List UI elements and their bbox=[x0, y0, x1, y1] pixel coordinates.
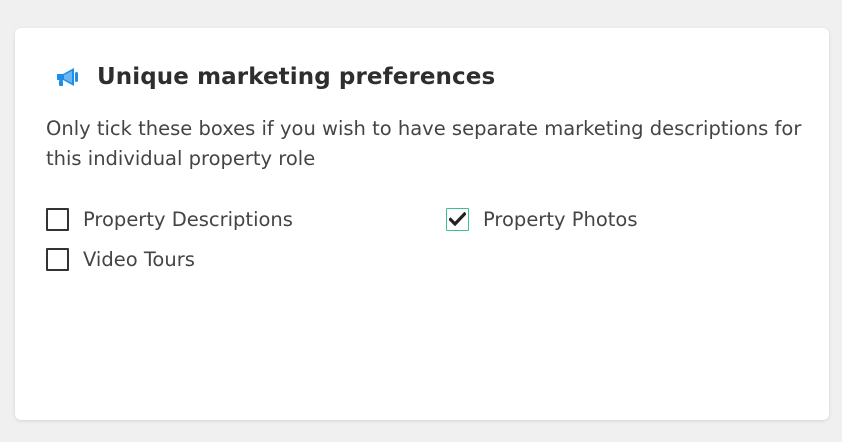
section-title: Unique marketing preferences bbox=[97, 64, 496, 90]
option-label: Video Tours bbox=[83, 248, 195, 271]
section-description: Only tick these boxes if you wish to hav… bbox=[46, 117, 802, 170]
option-video-tours[interactable]: Video Tours bbox=[46, 248, 195, 271]
option-property-descriptions[interactable]: Property Descriptions bbox=[46, 208, 293, 231]
checkbox-property-photos[interactable] bbox=[446, 208, 469, 231]
marketing-preferences-card: Unique marketing preferences Only tick t… bbox=[15, 28, 829, 420]
checkbox-video-tours[interactable] bbox=[46, 248, 69, 271]
option-property-photos[interactable]: Property Photos bbox=[446, 208, 638, 231]
option-label: Property Photos bbox=[483, 208, 638, 231]
section-header: Unique marketing preferences bbox=[55, 64, 495, 90]
checkbox-property-descriptions[interactable] bbox=[46, 208, 69, 231]
megaphone-icon bbox=[55, 67, 81, 87]
option-label: Property Descriptions bbox=[83, 208, 293, 231]
